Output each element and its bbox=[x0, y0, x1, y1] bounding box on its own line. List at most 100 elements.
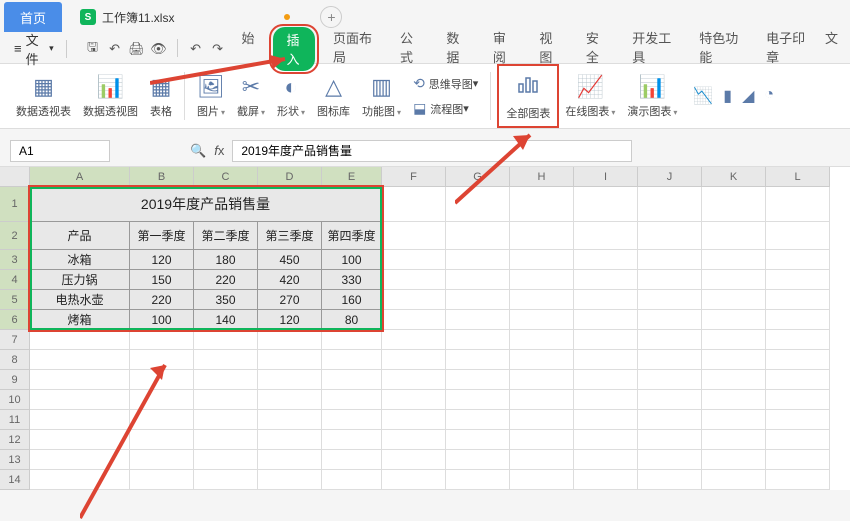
cell[interactable] bbox=[258, 350, 322, 370]
cell[interactable] bbox=[510, 270, 574, 290]
cell[interactable] bbox=[574, 410, 638, 430]
cell[interactable] bbox=[258, 470, 322, 490]
cell[interactable] bbox=[382, 310, 446, 330]
cell[interactable] bbox=[766, 222, 830, 250]
cell[interactable] bbox=[382, 330, 446, 350]
tab-page-layout[interactable]: 页面布局 bbox=[321, 24, 386, 74]
cell[interactable] bbox=[574, 290, 638, 310]
col-header-D[interactable]: D bbox=[258, 167, 322, 187]
cell[interactable] bbox=[574, 222, 638, 250]
cell[interactable] bbox=[638, 430, 702, 450]
cell[interactable]: 420 bbox=[258, 270, 322, 290]
pivot-table-button[interactable]: ▦ 数据透视表 bbox=[10, 67, 77, 125]
cell[interactable] bbox=[322, 390, 382, 410]
pivot-chart-button[interactable]: 📊 数据透视图 bbox=[77, 67, 144, 125]
cell[interactable] bbox=[638, 410, 702, 430]
cell[interactable] bbox=[574, 270, 638, 290]
screenshot-button[interactable]: ✂ 截屏▾ bbox=[231, 67, 271, 125]
cell[interactable] bbox=[194, 410, 258, 430]
cell[interactable] bbox=[638, 350, 702, 370]
cell[interactable] bbox=[322, 330, 382, 350]
cell[interactable] bbox=[702, 250, 766, 270]
col-header-A[interactable]: A bbox=[30, 167, 130, 187]
cell[interactable] bbox=[766, 410, 830, 430]
row-header-2[interactable]: 2 bbox=[0, 222, 30, 250]
cell[interactable] bbox=[638, 270, 702, 290]
cell[interactable] bbox=[382, 250, 446, 270]
cell[interactable] bbox=[382, 390, 446, 410]
cell[interactable] bbox=[638, 222, 702, 250]
cell[interactable]: 450 bbox=[258, 250, 322, 270]
picture-button[interactable]: 🖼 图片▾ bbox=[191, 67, 231, 125]
cell[interactable]: 冰箱 bbox=[30, 250, 130, 270]
cell[interactable]: 330 bbox=[322, 270, 382, 290]
cell[interactable] bbox=[130, 390, 194, 410]
cell[interactable]: 100 bbox=[130, 310, 194, 330]
pie-chart-icon[interactable]: ◔ bbox=[764, 86, 774, 106]
cell[interactable] bbox=[638, 187, 702, 222]
row-header-7[interactable]: 7 bbox=[0, 330, 30, 350]
cell[interactable] bbox=[446, 187, 510, 222]
cell[interactable] bbox=[702, 390, 766, 410]
cell-header-q2[interactable]: 第二季度 bbox=[194, 222, 258, 250]
tab-data[interactable]: 数据 bbox=[434, 24, 478, 74]
row-header-9[interactable]: 9 bbox=[0, 370, 30, 390]
cell[interactable] bbox=[30, 430, 130, 450]
cell[interactable] bbox=[382, 187, 446, 222]
cell[interactable]: 80 bbox=[322, 310, 382, 330]
table-button[interactable]: ▦ 表格 bbox=[144, 67, 178, 125]
cell[interactable] bbox=[510, 450, 574, 470]
cell[interactable] bbox=[766, 250, 830, 270]
cell[interactable] bbox=[638, 370, 702, 390]
cell-title[interactable]: 2019年度产品销售量 bbox=[30, 187, 382, 222]
cell[interactable] bbox=[130, 350, 194, 370]
cell[interactable] bbox=[258, 370, 322, 390]
tab-start[interactable]: 始 bbox=[238, 24, 267, 74]
col-header-H[interactable]: H bbox=[510, 167, 574, 187]
cell[interactable] bbox=[766, 270, 830, 290]
cell[interactable] bbox=[382, 430, 446, 450]
cell[interactable] bbox=[510, 310, 574, 330]
cell[interactable]: 160 bbox=[322, 290, 382, 310]
cell[interactable] bbox=[702, 222, 766, 250]
cell-header-product[interactable]: 产品 bbox=[30, 222, 130, 250]
cell-header-q1[interactable]: 第一季度 bbox=[130, 222, 194, 250]
cell[interactable] bbox=[446, 430, 510, 450]
cell[interactable] bbox=[322, 350, 382, 370]
cell[interactable]: 150 bbox=[130, 270, 194, 290]
cell[interactable] bbox=[510, 250, 574, 270]
row-header-14[interactable]: 14 bbox=[0, 470, 30, 490]
row-header-8[interactable]: 8 bbox=[0, 350, 30, 370]
cell-header-q4[interactable]: 第四季度 bbox=[322, 222, 382, 250]
cell[interactable] bbox=[322, 430, 382, 450]
cell[interactable] bbox=[30, 350, 130, 370]
col-header-B[interactable]: B bbox=[130, 167, 194, 187]
mindmap-button[interactable]: ⟲ 思维导图 ▾ bbox=[407, 73, 484, 94]
cell[interactable] bbox=[258, 330, 322, 350]
preview-icon[interactable]: 👁 bbox=[149, 39, 169, 59]
cell[interactable] bbox=[574, 450, 638, 470]
cell[interactable]: 140 bbox=[194, 310, 258, 330]
cell[interactable] bbox=[30, 450, 130, 470]
tab-more[interactable]: 文 bbox=[821, 24, 842, 74]
cell[interactable] bbox=[446, 350, 510, 370]
row-header-6[interactable]: 6 bbox=[0, 310, 30, 330]
col-header-J[interactable]: J bbox=[638, 167, 702, 187]
cell[interactable] bbox=[766, 470, 830, 490]
cell[interactable] bbox=[446, 410, 510, 430]
cell[interactable] bbox=[510, 187, 574, 222]
row-header-4[interactable]: 4 bbox=[0, 270, 30, 290]
cell[interactable]: 压力锅 bbox=[30, 270, 130, 290]
cell[interactable] bbox=[574, 470, 638, 490]
col-header-F[interactable]: F bbox=[382, 167, 446, 187]
cell[interactable] bbox=[510, 470, 574, 490]
cell[interactable] bbox=[510, 350, 574, 370]
cell[interactable] bbox=[574, 390, 638, 410]
cell[interactable] bbox=[574, 310, 638, 330]
cell[interactable] bbox=[194, 430, 258, 450]
row-header-3[interactable]: 3 bbox=[0, 250, 30, 270]
cell[interactable] bbox=[446, 390, 510, 410]
area-chart-icon[interactable]: ◢ bbox=[742, 86, 754, 106]
cell[interactable] bbox=[702, 470, 766, 490]
cell[interactable] bbox=[702, 270, 766, 290]
